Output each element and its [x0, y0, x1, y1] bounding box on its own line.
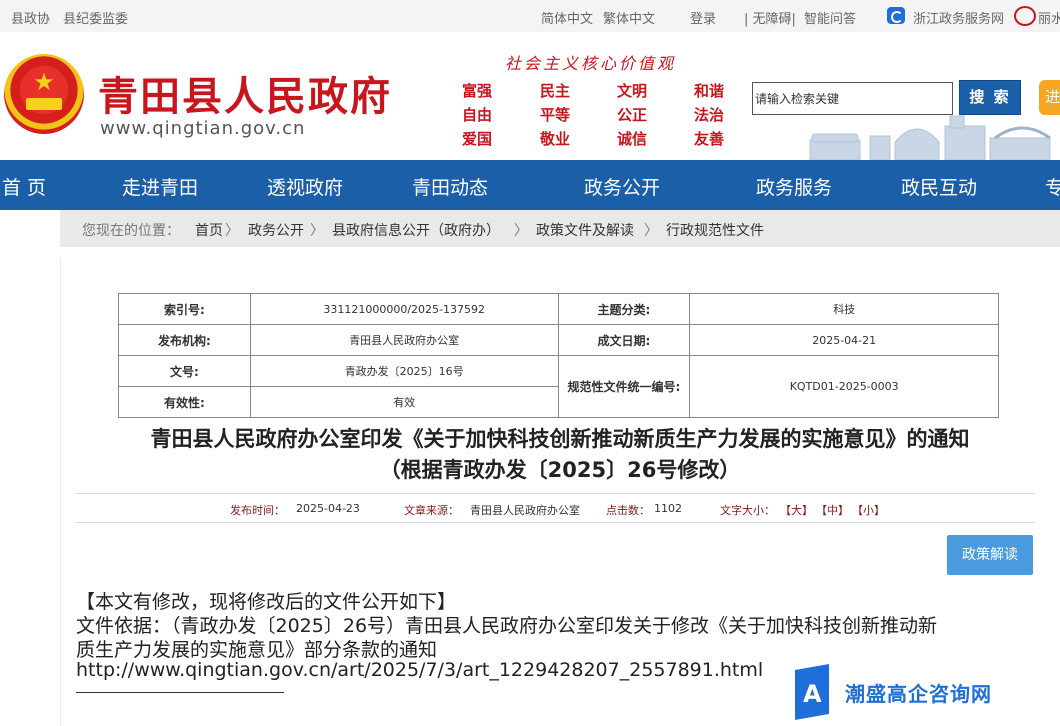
issuer-label: 发布机构:: [118, 324, 251, 356]
body-dash-divider: [76, 692, 284, 693]
smart-qa-link[interactable]: 智能问答: [804, 8, 856, 27]
main-nav: 首 页 走进青田 透视政府 青田动态 政务公开 政务服务 政民互动 专: [0, 160, 1060, 210]
validity-value: 有效: [249, 386, 559, 418]
index-value: 331121000000/2025-137592: [249, 293, 559, 325]
core-value: 富强: [462, 82, 493, 100]
lishui-link[interactable]: 丽水: [1038, 8, 1060, 27]
date-label: 成文日期:: [557, 324, 691, 356]
core-value: 和谐: [694, 82, 725, 100]
login-link[interactable]: 登录: [690, 8, 716, 27]
lishui-logo-icon[interactable]: [1014, 6, 1036, 26]
zhejiang-service-icon[interactable]: [887, 7, 905, 24]
core-value: 友善: [694, 130, 725, 148]
nav-gov-services[interactable]: 政务服务: [756, 173, 832, 200]
nav-gov-affairs-open[interactable]: 政务公开: [584, 173, 660, 200]
breadcrumb-item[interactable]: 政策文件及解读: [536, 220, 634, 240]
breadcrumb-separator: 〉: [310, 223, 324, 239]
body-paragraph: 文件依据：（青政办发〔2025〕26号）青田县人民政府办公室印发关于修改《关于加…: [76, 615, 938, 637]
core-value: 爱国: [462, 130, 493, 148]
breadcrumb: 您现在的位置： 首页 〉 政务公开 〉 县政府信息公开（政府办） 〉 政策文件及…: [60, 210, 1060, 247]
index-label: 索引号:: [118, 293, 251, 325]
accessibility-link[interactable]: | 无障碍|: [744, 8, 796, 27]
source-value: 青田县人民政府办公室: [470, 504, 580, 517]
watermark-text: 潮盛高企咨询网: [845, 682, 992, 706]
clicks-label: 点击数：: [606, 504, 650, 517]
clicks-value: 1102: [654, 502, 682, 515]
breadcrumb-separator: 〉: [644, 223, 658, 239]
lang-traditional-link[interactable]: 繁体中文: [603, 8, 655, 27]
publish-time-value: 2025-04-23: [296, 502, 360, 515]
core-value: 民主: [540, 82, 571, 100]
breadcrumb-separator: 〉: [225, 223, 239, 239]
font-size-large-link[interactable]: 【大】: [780, 502, 813, 518]
core-value: 诚信: [617, 130, 648, 148]
issuer-value: 青田县人民政府办公室: [249, 324, 559, 356]
site-url: www.qingtian.gov.cn: [100, 118, 306, 139]
info-divider: [75, 522, 1035, 523]
uniform-no-value: KQTD01-2025-0003: [689, 355, 999, 418]
topic-label: 主题分类:: [557, 293, 691, 325]
nav-news[interactable]: 青田动态: [412, 173, 488, 200]
uniform-no-label: 规范性文件统一编号:: [557, 355, 691, 418]
nav-home[interactable]: 首 页: [2, 173, 46, 200]
top-bar: 县政协 县纪委监委 简体中文 繁体中文 登录 | 无障碍| 智能问答 浙江政务服…: [0, 0, 1060, 32]
title-divider: [75, 493, 1035, 494]
link-county-discipline[interactable]: 县纪委监委: [63, 8, 128, 27]
breadcrumb-item[interactable]: 首页: [195, 220, 223, 240]
breadcrumb-prefix: 您现在的位置：: [82, 223, 180, 239]
nav-government[interactable]: 透视政府: [267, 173, 343, 200]
nav-interaction[interactable]: 政民互动: [901, 173, 977, 200]
site-title[interactable]: 青田县人民政府: [98, 64, 392, 122]
city-skyline-icon: [809, 115, 1051, 160]
site-header: ★ 青田县人民政府 www.qingtian.gov.cn 社会主义核心价值观 …: [0, 32, 1060, 160]
national-emblem-icon: ★: [4, 54, 84, 134]
font-size-label: 文字大小：: [720, 504, 775, 517]
breadcrumb-item[interactable]: 县政府信息公开（政府办）: [332, 220, 500, 240]
core-value: 自由: [462, 106, 493, 124]
core-values-title: 社会主义核心价值观: [505, 54, 677, 73]
link-county-cppcc[interactable]: 县政协: [11, 8, 50, 27]
date-value: 2025-04-21: [689, 324, 999, 356]
source-label: 文章来源：: [404, 504, 459, 517]
core-value: 法治: [694, 106, 725, 124]
font-size-small-link[interactable]: 【小】: [852, 502, 885, 518]
publish-time-label: 发布时间：: [230, 504, 285, 517]
lang-simplified-link[interactable]: 简体中文: [541, 8, 593, 27]
core-value: 文明: [617, 82, 648, 100]
body-paragraph: 【本文有修改，现将修改后的文件公开如下】: [76, 591, 457, 613]
core-value: 敬业: [540, 130, 571, 148]
breadcrumb-separator: 〉: [514, 223, 528, 239]
validity-label: 有效性:: [118, 386, 251, 418]
policy-interpretation-button[interactable]: 政策解读: [947, 535, 1033, 575]
docno-value: 青政办发〔2025〕16号: [249, 355, 559, 387]
document-title-line: 青田县人民政府办公室印发《关于加快科技创新推动新质生产力发展的实施意见》的通知: [150, 427, 970, 451]
body-link[interactable]: http://www.qingtian.gov.cn/art/2025/7/3/…: [76, 659, 763, 681]
nav-topics[interactable]: 专: [1045, 173, 1060, 200]
body-paragraph: 质生产力发展的实施意见》部分条款的通知: [76, 639, 438, 661]
topic-value: 科技: [689, 293, 999, 325]
core-value: 公正: [617, 106, 648, 124]
document-subtitle-line: （根据青政办发〔2025〕26号修改）: [379, 458, 741, 482]
breadcrumb-item[interactable]: 行政规范性文件: [666, 220, 764, 240]
search-input[interactable]: [752, 82, 953, 115]
enter-button[interactable]: 进: [1039, 80, 1060, 115]
breadcrumb-item[interactable]: 政务公开: [248, 220, 304, 240]
document-title: 青田县人民政府办公室印发《关于加快科技创新推动新质生产力发展的实施意见》的通知 …: [80, 424, 1040, 486]
nav-about-qingtian[interactable]: 走进青田: [122, 173, 198, 200]
document-meta-table: 索引号: 331121000000/2025-137592 主题分类: 科技 发…: [118, 293, 999, 418]
watermark-logo-icon: A: [795, 664, 829, 720]
search-button[interactable]: 搜 索: [959, 80, 1021, 115]
docno-label: 文号:: [118, 355, 251, 387]
zhejiang-service-link[interactable]: 浙江政务服务网: [913, 8, 1004, 27]
font-size-medium-link[interactable]: 【中】: [816, 502, 849, 518]
svg-text:A: A: [803, 680, 822, 708]
core-value: 平等: [540, 106, 571, 124]
